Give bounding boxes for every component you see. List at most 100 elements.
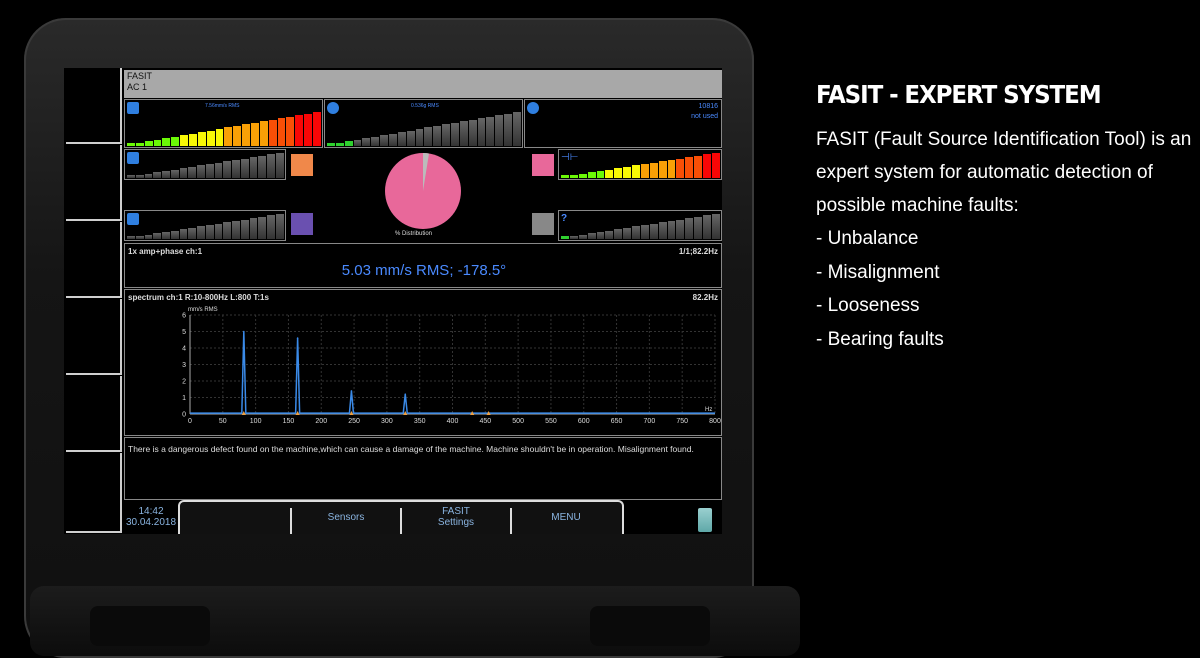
level-bar <box>249 218 258 239</box>
level-bar <box>640 225 649 239</box>
soft-keys <box>64 68 124 534</box>
x-tick-label: 0 <box>188 418 192 425</box>
battery-icon <box>698 508 712 532</box>
soft-key-1[interactable] <box>66 68 122 144</box>
velocity-meter[interactable]: 7.56mm/s RMS <box>124 99 323 148</box>
level-bar <box>153 172 162 178</box>
fasit-label: FASIT <box>442 506 470 517</box>
level-bar <box>206 131 215 146</box>
level-bar <box>233 126 242 146</box>
level-bar <box>587 172 596 178</box>
level-bar <box>605 231 614 239</box>
x-tick-label: 650 <box>611 418 623 425</box>
level-bar <box>259 121 268 146</box>
fault-meter-4[interactable]: ? <box>558 210 722 241</box>
level-bar <box>424 127 433 146</box>
counter-meter[interactable]: 10816 not used <box>524 99 722 148</box>
fault-bars-1 <box>127 153 285 178</box>
y-tick-label: 2 <box>182 379 186 386</box>
level-bar <box>153 233 162 239</box>
level-bar <box>232 160 240 178</box>
level-bar <box>135 236 144 239</box>
counter-value: 10816 <box>698 103 718 110</box>
spectrum-chart: 0 50 100 150 200 250 300 350 400 450 500 550 600 650 7… <box>182 313 721 426</box>
level-bar <box>658 161 667 178</box>
soft-key-5[interactable] <box>66 376 122 452</box>
level-bar <box>144 174 153 178</box>
level-bar <box>214 163 223 178</box>
level-bar <box>711 214 720 239</box>
level-bar <box>632 165 640 178</box>
level-bar <box>197 132 206 146</box>
level-bar <box>162 232 170 239</box>
level-bar <box>153 140 162 146</box>
x-tick-label: 700 <box>644 418 656 425</box>
y-tick-label: 6 <box>182 313 186 320</box>
level-bar <box>667 160 676 178</box>
level-bar <box>277 118 286 146</box>
level-bar <box>170 170 179 178</box>
level-bar <box>640 164 649 178</box>
sensors-button[interactable]: Sensors <box>292 500 400 534</box>
app-subtitle: AC 1 <box>127 82 148 92</box>
level-bar <box>605 170 614 178</box>
acceleration-meter[interactable]: 0.536g RMS <box>324 99 523 148</box>
level-bar <box>353 140 362 146</box>
x-tick-label: 150 <box>283 418 295 425</box>
settings-label: Settings <box>437 517 475 528</box>
x-tick-label: 500 <box>512 418 524 425</box>
fault-bars-2 <box>127 214 285 239</box>
level-bar <box>371 137 380 146</box>
level-bar <box>504 114 513 146</box>
level-bar <box>127 175 135 178</box>
level-bar <box>614 168 623 178</box>
level-bar <box>676 159 685 178</box>
level-bar <box>685 218 694 239</box>
level-bar <box>188 228 197 239</box>
bottom-bar: 14:42 30.04.2018 Sensors FASIT Settings … <box>124 500 722 534</box>
gray-swatch <box>532 213 554 235</box>
level-bar <box>397 132 406 146</box>
pink-swatch <box>532 154 554 176</box>
level-bar <box>127 143 135 146</box>
level-bar <box>189 134 197 146</box>
level-bar <box>649 163 658 178</box>
soft-key-4[interactable] <box>66 299 122 375</box>
level-bar <box>596 232 605 239</box>
menu-button[interactable]: MENU <box>512 500 620 534</box>
level-bar <box>694 156 702 178</box>
fault-meter-3[interactable]: ⊣⊢ <box>558 149 722 180</box>
date: 30.04.2018 <box>125 517 177 528</box>
level-bar <box>451 123 459 146</box>
spectrum-panel[interactable]: spectrum ch:1 R:10-800Hz L:800 T:1s 82.2… <box>124 289 722 436</box>
acceleration-value: 0.536g RMS <box>411 103 439 109</box>
fault-meter-1[interactable] <box>124 149 286 180</box>
soft-key-3[interactable] <box>66 222 122 298</box>
level-bar <box>623 228 631 239</box>
level-bar <box>561 175 569 178</box>
fault-item: - Bearing faults <box>816 328 944 350</box>
level-bar <box>276 153 284 178</box>
level-bar <box>232 221 240 239</box>
level-bar <box>286 117 295 146</box>
info-body: FASIT (Fault Source Identification Tool)… <box>816 129 1192 216</box>
x-tick-label: 600 <box>578 418 590 425</box>
fault-meter-2[interactable] <box>124 210 286 241</box>
velocity-value: 7.56mm/s RMS <box>205 103 240 109</box>
level-bar <box>268 120 277 146</box>
spectrum-peak <box>350 390 353 392</box>
level-bar <box>295 115 304 146</box>
soft-key-2[interactable] <box>66 145 122 221</box>
fasit-settings-button[interactable]: FASIT Settings <box>402 500 510 534</box>
device-screen: FASIT AC 1 7.56mm/s RMS 0.536g RMS 10816… <box>64 68 722 534</box>
level-bar <box>433 126 442 146</box>
level-bar <box>171 137 180 146</box>
level-bar <box>240 159 249 178</box>
clock: 14:42 30.04.2018 <box>124 500 178 534</box>
level-bar <box>205 225 214 239</box>
level-bar <box>180 135 189 146</box>
purple-swatch <box>291 213 313 235</box>
x-tick-label: 200 <box>315 418 327 425</box>
level-bar <box>251 123 259 146</box>
soft-key-6[interactable] <box>66 453 122 533</box>
